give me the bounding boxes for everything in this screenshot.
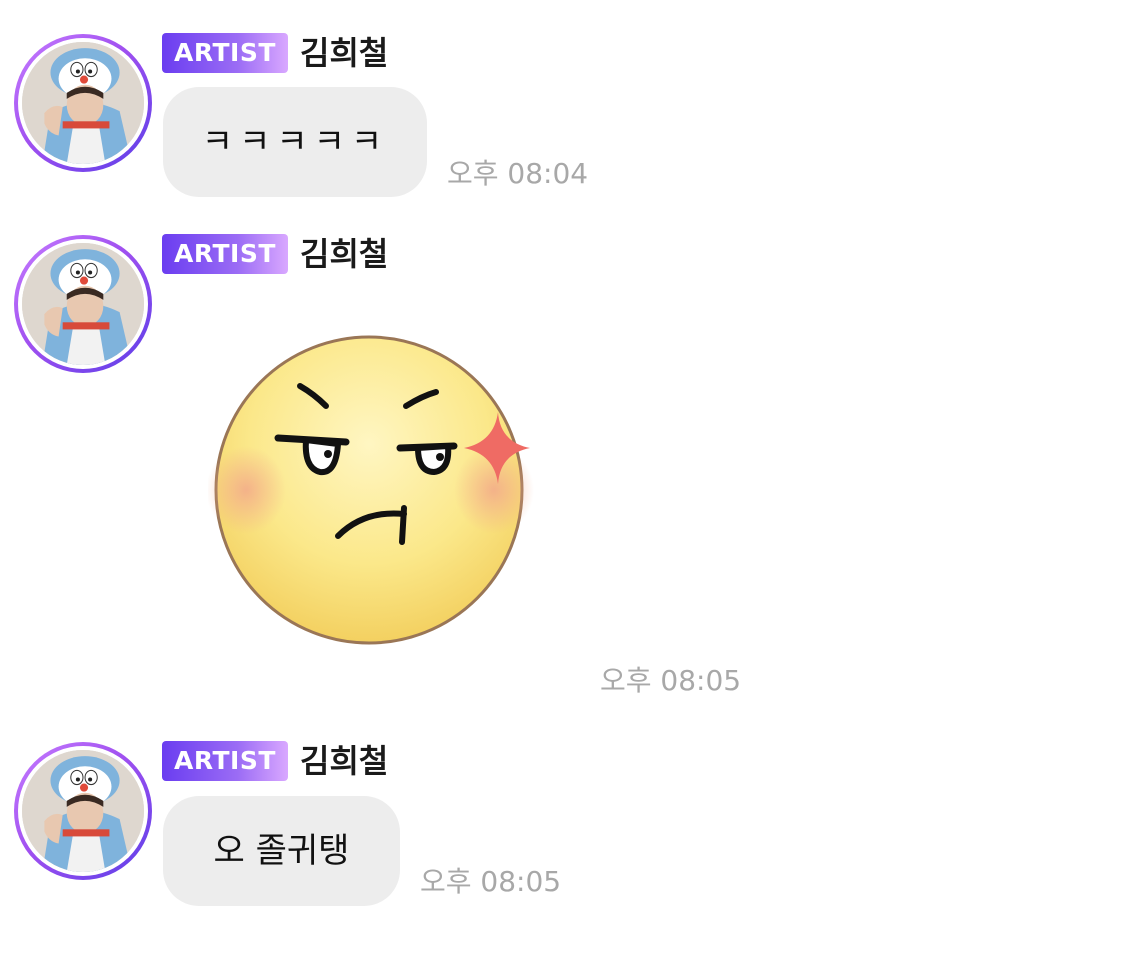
chat-message: ARTIST 김희철 오 졸귀탱 오후 08:05 (0, 0, 1124, 964)
avatar-ring (18, 746, 148, 876)
sender-name: 김희철 (300, 742, 389, 780)
message-bubble[interactable]: 오 졸귀탱 (163, 796, 400, 906)
artist-badge: ARTIST (162, 741, 288, 781)
message-timestamp: 오후 08:05 (420, 865, 562, 898)
avatar-photo (22, 750, 144, 872)
profile-photo-icon (22, 750, 144, 872)
avatar[interactable] (14, 742, 152, 880)
